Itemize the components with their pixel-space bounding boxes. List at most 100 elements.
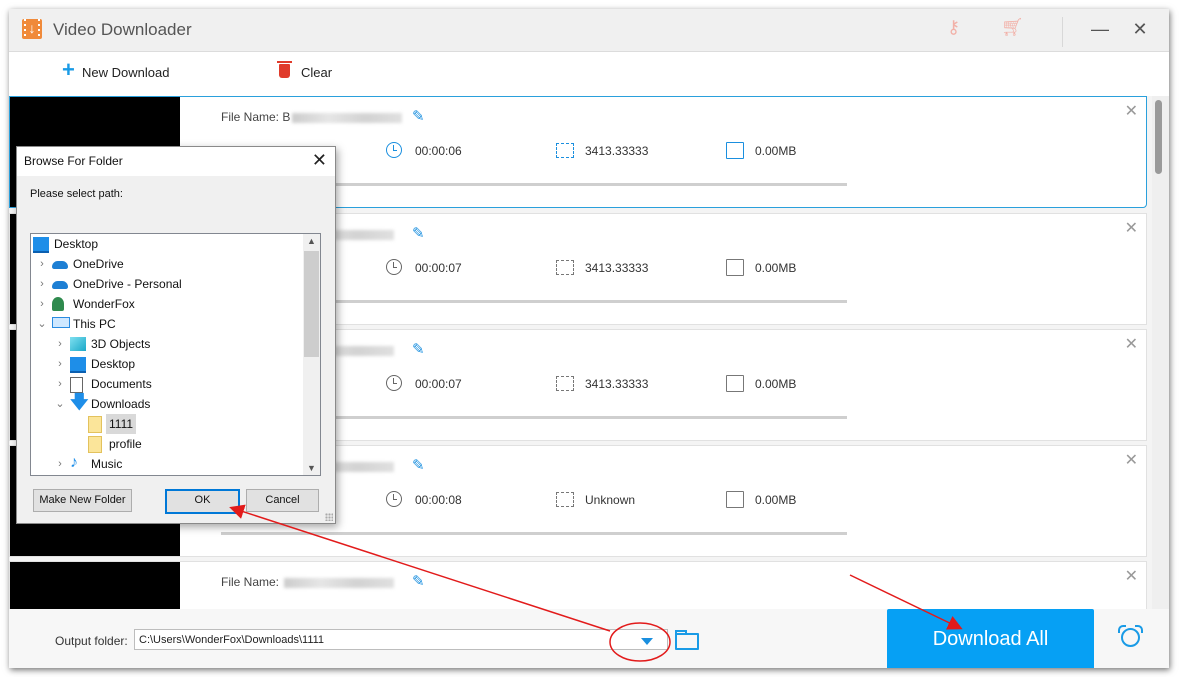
edit-name-icon[interactable]: ✎ bbox=[412, 340, 425, 358]
file-size-icon bbox=[726, 491, 744, 508]
title-separator bbox=[1062, 17, 1063, 47]
remove-item-button[interactable]: ✕ bbox=[1125, 101, 1138, 121]
minimize-button[interactable]: — bbox=[1085, 19, 1115, 40]
expand-chevron-icon[interactable]: › bbox=[37, 294, 47, 314]
scroll-up-icon[interactable]: ▲ bbox=[303, 236, 320, 246]
open-folder-icon[interactable] bbox=[675, 630, 699, 650]
desktop-icon bbox=[70, 357, 86, 373]
edit-name-icon[interactable]: ✎ bbox=[412, 572, 425, 590]
expand-chevron-icon[interactable]: › bbox=[55, 354, 65, 374]
file-size: 0.00MB bbox=[755, 493, 797, 507]
dialog-close-button[interactable]: ✕ bbox=[312, 150, 327, 171]
clock-icon bbox=[386, 259, 402, 275]
expand-chevron-icon[interactable]: ⌄ bbox=[37, 314, 47, 334]
remove-item-button[interactable]: ✕ bbox=[1125, 566, 1138, 586]
new-download-label: New Download bbox=[82, 65, 170, 80]
user-icon bbox=[52, 297, 64, 311]
output-folder-label: Output folder: bbox=[55, 634, 128, 648]
close-button[interactable]: ✕ bbox=[1125, 19, 1155, 40]
expand-chevron-icon[interactable]: › bbox=[55, 454, 65, 474]
plus-icon: + bbox=[62, 57, 75, 82]
progress-bar bbox=[221, 532, 847, 535]
remove-item-button[interactable]: ✕ bbox=[1125, 450, 1138, 470]
edit-name-icon[interactable]: ✎ bbox=[412, 456, 425, 474]
tree-scrollbar[interactable]: ▲ ▼ bbox=[303, 234, 320, 475]
folder-icon bbox=[88, 436, 102, 453]
tree-item-label: Documents bbox=[91, 377, 152, 391]
edit-name-icon[interactable]: ✎ bbox=[412, 224, 425, 242]
file-size: 0.00MB bbox=[755, 261, 797, 275]
cart-icon[interactable]: 🛒︎ bbox=[1001, 17, 1024, 38]
make-new-folder-button[interactable]: Make New Folder bbox=[33, 489, 132, 512]
file-name-label: File Name: B bbox=[221, 110, 403, 124]
duration: 00:00:07 bbox=[415, 261, 462, 275]
docs-icon bbox=[70, 377, 83, 393]
resize-grip[interactable] bbox=[325, 513, 333, 521]
browse-for-folder-dialog: Browse For Folder ✕ Please select path: … bbox=[16, 146, 336, 524]
folder-tree: ▲ ▼ Desktop › OneDrive › OneDrive - Pers… bbox=[30, 233, 321, 476]
new-download-button[interactable]: + New Download bbox=[62, 57, 170, 82]
cloud-icon bbox=[52, 281, 68, 289]
cancel-button[interactable]: Cancel bbox=[246, 489, 319, 512]
folder-icon bbox=[88, 416, 102, 433]
file-size: 0.00MB bbox=[755, 144, 797, 158]
dialog-title-bar: Browse For Folder ✕ bbox=[17, 147, 335, 176]
footer-bar: Output folder: Download All bbox=[9, 609, 1169, 668]
tree-item-label: 3D Objects bbox=[91, 337, 151, 351]
tree-item-label: OneDrive - Personal bbox=[73, 277, 182, 291]
file-name-label: File Name: bbox=[221, 575, 395, 589]
toolbar: + New Download Clear bbox=[9, 52, 1169, 98]
cloud-icon bbox=[52, 261, 68, 269]
resolution-icon bbox=[556, 143, 574, 158]
download-all-button[interactable]: Download All bbox=[887, 609, 1094, 668]
expand-chevron-icon[interactable]: › bbox=[55, 374, 65, 394]
remove-item-button[interactable]: ✕ bbox=[1125, 218, 1138, 238]
expand-chevron-icon[interactable]: ⌄ bbox=[55, 394, 65, 414]
duration: 00:00:07 bbox=[415, 377, 462, 391]
expand-chevron-icon[interactable]: › bbox=[55, 334, 65, 354]
title-bar: ↓ Video Downloader ⚷ 🛒︎ — ✕ bbox=[9, 9, 1169, 52]
down-icon: 🡇 bbox=[70, 392, 89, 412]
dialog-title: Browse For Folder bbox=[24, 154, 123, 168]
clear-label: Clear bbox=[301, 65, 333, 80]
alarm-clock-icon[interactable] bbox=[1118, 625, 1143, 647]
trash-icon bbox=[277, 61, 292, 78]
output-folder-dropdown-icon[interactable] bbox=[641, 638, 653, 645]
key-icon[interactable]: ⚷ bbox=[947, 17, 960, 38]
resolution: 3413.33333 bbox=[585, 261, 649, 275]
3d-icon bbox=[70, 337, 86, 351]
tree-item-label: Desktop bbox=[91, 357, 136, 371]
clear-button[interactable]: Clear bbox=[277, 61, 333, 80]
tree-scroll-thumb[interactable] bbox=[304, 251, 319, 357]
pc-icon bbox=[52, 317, 70, 328]
music-icon: ♪ bbox=[70, 454, 78, 471]
window-title: Video Downloader bbox=[53, 20, 192, 39]
edit-name-icon[interactable]: ✎ bbox=[412, 107, 425, 125]
expand-chevron-icon[interactable]: › bbox=[37, 274, 47, 294]
resolution-icon bbox=[556, 376, 574, 391]
download-item[interactable]: File Name: ✎ ✕ bbox=[9, 561, 1147, 609]
blurred-file-name bbox=[284, 577, 395, 588]
tree-item-label: Downloads bbox=[91, 397, 151, 411]
dialog-prompt: Please select path: bbox=[30, 188, 123, 200]
remove-item-button[interactable]: ✕ bbox=[1125, 334, 1138, 354]
scroll-down-icon[interactable]: ▼ bbox=[303, 463, 320, 473]
resolution-icon bbox=[556, 260, 574, 275]
desktop-icon bbox=[33, 237, 49, 253]
file-size-icon bbox=[726, 259, 744, 276]
tree-item-label: This PC bbox=[73, 317, 116, 331]
resolution: 3413.33333 bbox=[585, 377, 649, 391]
output-folder-input[interactable] bbox=[134, 629, 668, 650]
clock-icon bbox=[386, 491, 402, 507]
file-size: 0.00MB bbox=[755, 377, 797, 391]
list-scroll-thumb[interactable] bbox=[1155, 100, 1162, 174]
blurred-file-name bbox=[292, 112, 403, 123]
file-size-icon bbox=[726, 142, 744, 159]
ok-button[interactable]: OK bbox=[165, 489, 240, 514]
duration: 00:00:06 bbox=[415, 144, 462, 158]
resolution-icon bbox=[556, 492, 574, 507]
resolution: Unknown bbox=[585, 493, 636, 507]
expand-chevron-icon[interactable]: › bbox=[37, 254, 47, 274]
list-scrollbar[interactable] bbox=[1152, 96, 1169, 609]
tree-item-label: Desktop bbox=[54, 237, 99, 251]
